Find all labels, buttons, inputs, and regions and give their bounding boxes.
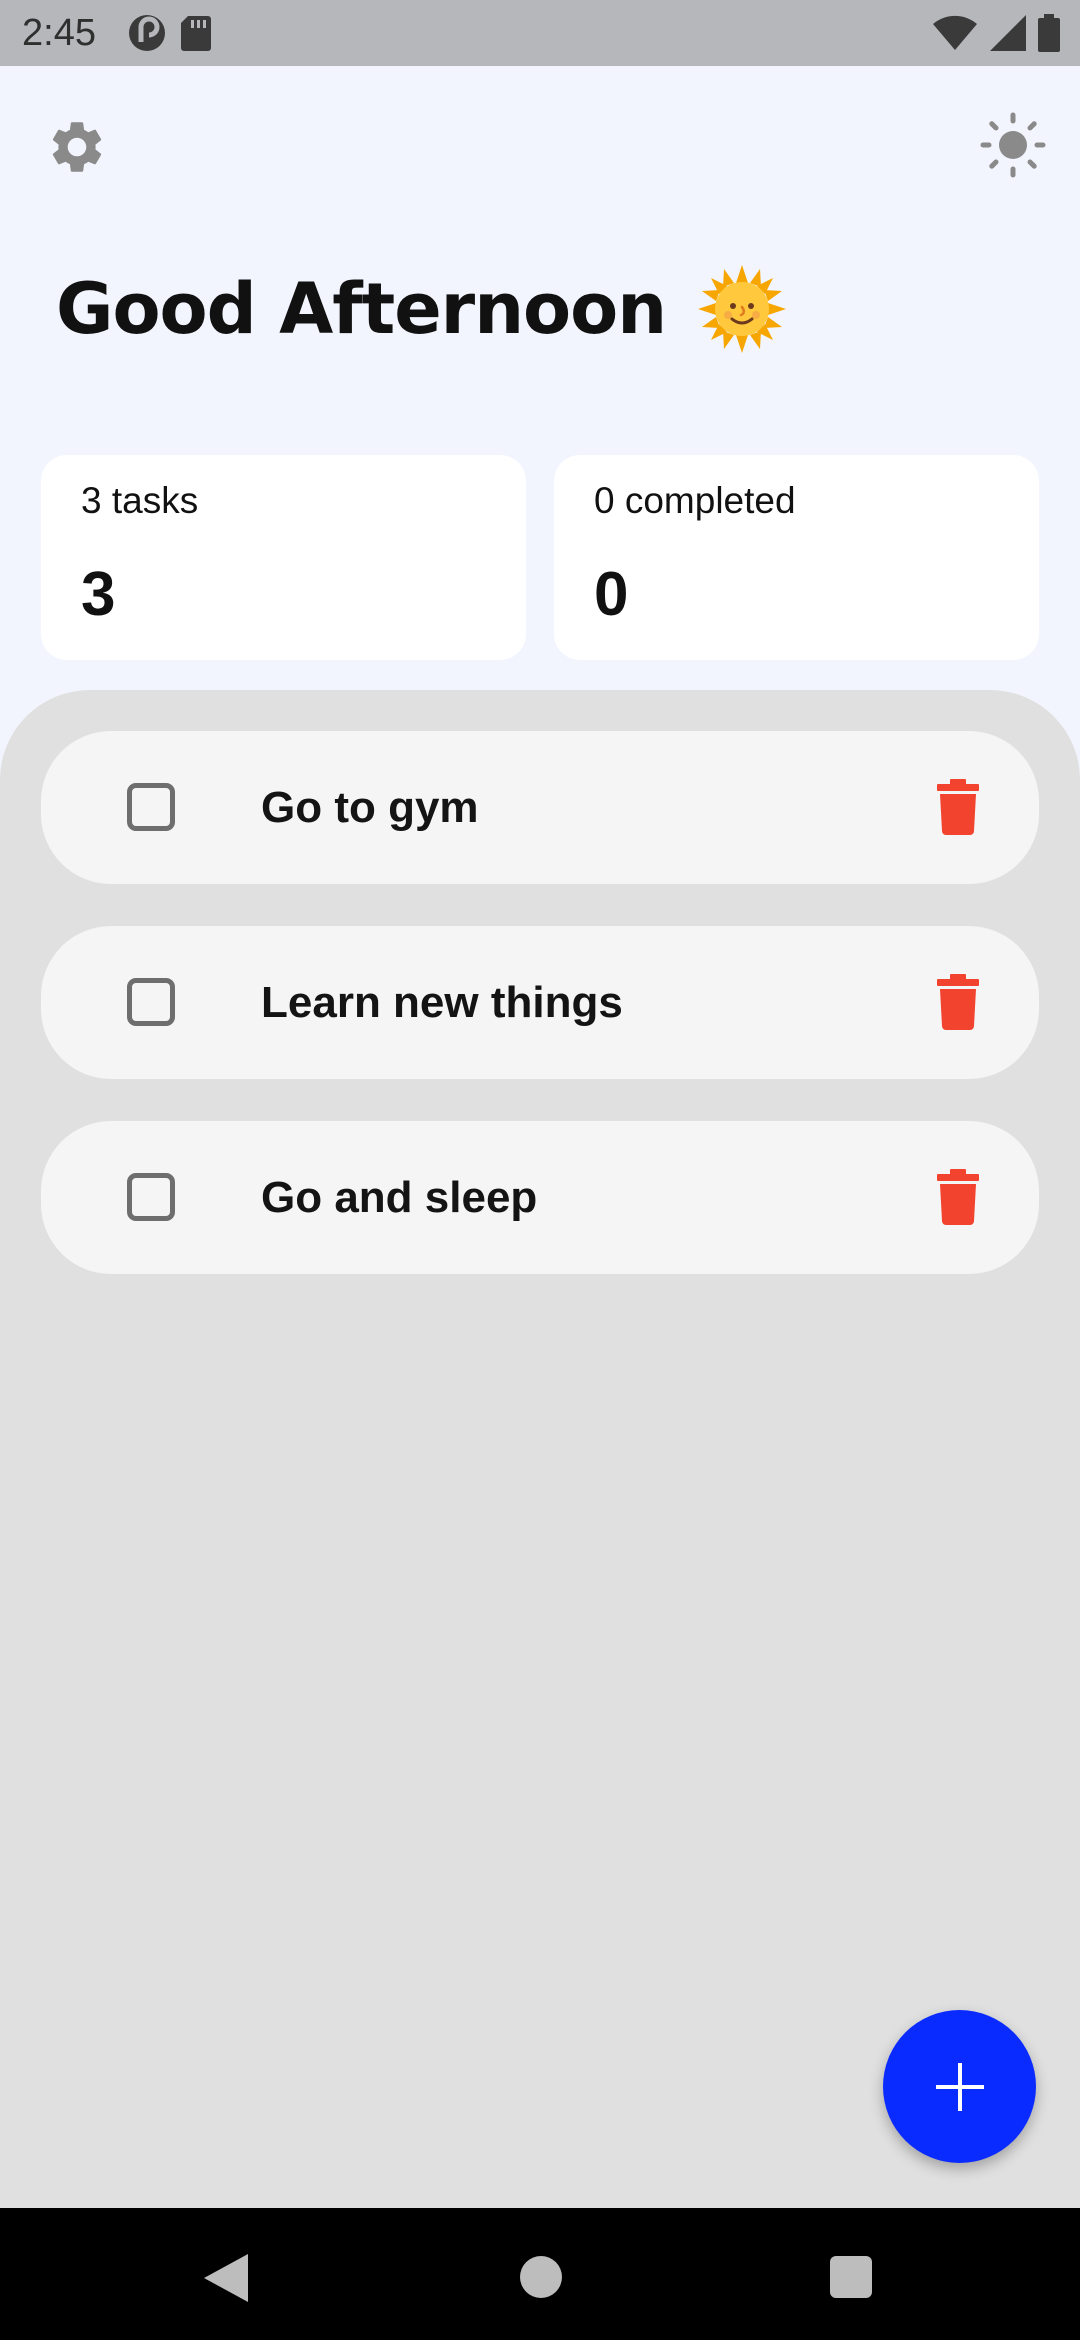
pocket-casts-icon xyxy=(129,15,165,51)
greeting-heading: Good Afternoon xyxy=(56,262,788,356)
greeting-text: Good Afternoon xyxy=(56,268,667,350)
back-icon[interactable] xyxy=(202,2252,250,2304)
task-checkbox[interactable] xyxy=(127,978,175,1026)
recents-icon[interactable] xyxy=(830,2256,872,2298)
task-checkbox[interactable] xyxy=(127,1173,175,1221)
todo-screen: 2:45 Good Afternoon 3 tasks 3 0 complete… xyxy=(0,0,1080,2340)
sun-outline-icon xyxy=(980,112,1046,178)
home-icon[interactable] xyxy=(520,2256,562,2298)
settings-button[interactable] xyxy=(46,116,108,178)
status-bar: 2:45 xyxy=(0,0,1080,66)
status-right-icons xyxy=(932,14,1060,52)
plus-icon xyxy=(935,2062,984,2111)
task-item[interactable]: Go to gym xyxy=(41,731,1039,884)
task-checkbox[interactable] xyxy=(127,783,175,831)
battery-icon xyxy=(1038,14,1060,52)
completed-count-value: 0 xyxy=(594,560,629,629)
status-time: 2:45 xyxy=(22,12,96,54)
task-item[interactable]: Go and sleep xyxy=(41,1121,1039,1274)
trash-icon[interactable] xyxy=(937,1169,979,1225)
theme-toggle-button[interactable] xyxy=(980,112,1046,178)
add-task-button[interactable] xyxy=(883,2010,1036,2163)
trash-icon[interactable] xyxy=(937,779,979,835)
task-list: Go to gym Learn new things Go and sleep xyxy=(0,690,1080,2208)
task-item[interactable]: Learn new things xyxy=(41,926,1039,1079)
completed-count-card: 0 completed 0 xyxy=(554,455,1039,660)
task-label: Go and sleep xyxy=(261,1173,538,1222)
gear-icon xyxy=(52,122,102,172)
completed-count-label: 0 completed xyxy=(594,480,796,521)
tasks-count-label: 3 tasks xyxy=(81,480,199,521)
trash-icon[interactable] xyxy=(937,974,979,1030)
task-label: Go to gym xyxy=(261,783,479,832)
status-left-icons xyxy=(128,14,212,52)
sun-with-face-icon xyxy=(698,265,787,353)
tasks-count-value: 3 xyxy=(81,560,116,629)
navigation-bar xyxy=(0,2208,1080,2340)
task-label: Learn new things xyxy=(261,978,623,1027)
cell-signal-icon xyxy=(990,15,1026,51)
tasks-count-card: 3 tasks 3 xyxy=(41,455,526,660)
wifi-icon xyxy=(933,15,977,50)
sd-card-icon xyxy=(181,16,211,51)
